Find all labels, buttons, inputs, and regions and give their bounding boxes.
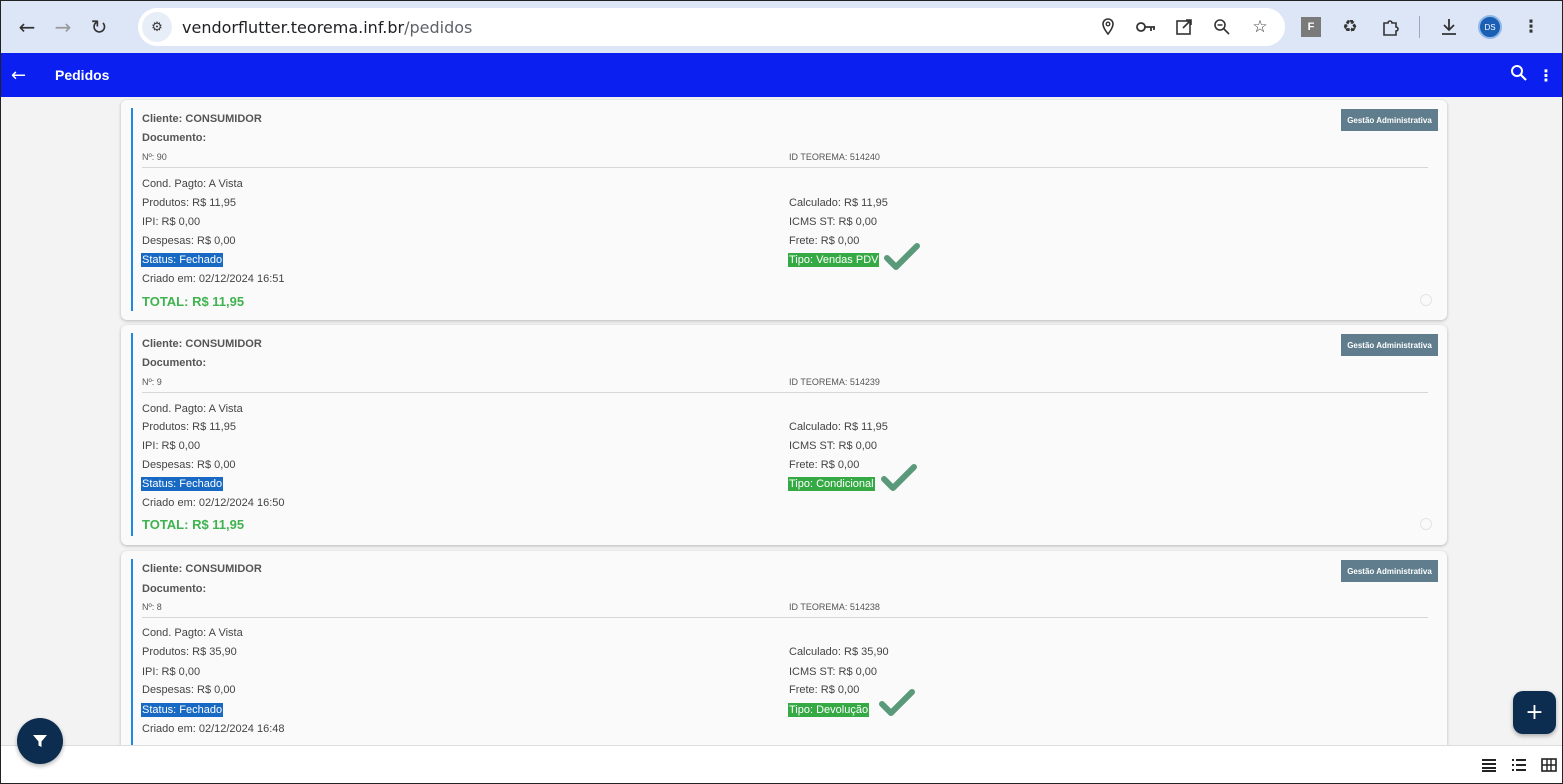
app-bar: ← Pedidos ⋮ bbox=[1, 53, 1562, 97]
order-card[interactable]: Gestão Administrativa Cliente: CONSUMIDO… bbox=[121, 551, 1447, 745]
payment-condition: Cond. Pagto: A Vista bbox=[142, 178, 243, 190]
zoom-icon[interactable] bbox=[1211, 16, 1233, 38]
card-accent-bar bbox=[131, 333, 133, 536]
icms-st-value: ICMS ST: R$ 0,00 bbox=[789, 666, 878, 678]
freight-value: Frete: R$ 0,00 bbox=[789, 684, 860, 696]
client-name: Cliente: CONSUMIDOR bbox=[142, 113, 262, 125]
back-arrow-icon[interactable]: ← bbox=[11, 65, 33, 86]
loading-indicator-icon bbox=[1420, 294, 1432, 306]
browser-menu-icon[interactable]: ⋮ bbox=[1520, 16, 1542, 38]
profile-avatar[interactable]: DS bbox=[1478, 15, 1502, 39]
card-divider bbox=[142, 167, 1428, 168]
check-icon bbox=[881, 464, 917, 491]
payment-condition: Cond. Pagto: A Vista bbox=[142, 403, 243, 415]
teorema-id: ID TEOREMA: 514239 bbox=[789, 377, 880, 387]
type-badge: Tipo: Condicional bbox=[788, 477, 875, 491]
order-total: TOTAL: R$ 11,95 bbox=[142, 294, 245, 309]
calculated-value: Calculado: R$ 35,90 bbox=[789, 646, 889, 658]
check-icon bbox=[879, 689, 915, 716]
check-icon bbox=[884, 243, 920, 270]
expenses-value: Despesas: R$ 0,00 bbox=[142, 459, 236, 471]
icms-st-value: ICMS ST: R$ 0,00 bbox=[789, 216, 878, 228]
status-badge: Status: Fechado bbox=[141, 703, 224, 717]
page-title: Pedidos bbox=[55, 67, 110, 83]
download-icon[interactable] bbox=[1438, 16, 1460, 38]
toolbar-separator bbox=[1419, 16, 1420, 38]
loading-indicator-icon bbox=[1420, 518, 1432, 530]
icms-st-value: ICMS ST: R$ 0,00 bbox=[789, 440, 878, 452]
url-path: /pedidos bbox=[404, 17, 473, 37]
order-number: Nº: 9 bbox=[142, 377, 162, 387]
teorema-id: ID TEOREMA: 514240 bbox=[789, 152, 880, 162]
bottom-bar bbox=[1, 745, 1562, 783]
order-card[interactable]: Gestão Administrativa Cliente: CONSUMIDO… bbox=[121, 325, 1447, 545]
view-compact-list-icon[interactable] bbox=[1480, 756, 1498, 774]
status-badge: Status: Fechado bbox=[141, 253, 224, 267]
card-accent-bar bbox=[131, 108, 133, 311]
view-grid-icon[interactable] bbox=[1540, 756, 1558, 774]
created-at: Criado em: 02/12/2024 16:51 bbox=[142, 273, 285, 285]
location-icon[interactable] bbox=[1097, 16, 1119, 38]
client-name: Cliente: CONSUMIDOR bbox=[142, 338, 262, 350]
reload-icon[interactable]: ↻ bbox=[81, 9, 117, 45]
url-text[interactable]: vendorflutter.teorema.inf.br/pedidos bbox=[182, 18, 472, 37]
order-number: Nº: 90 bbox=[142, 152, 167, 162]
site-info-icon[interactable]: ⚙ bbox=[142, 12, 172, 42]
address-bar[interactable]: ⚙ vendorflutter.teorema.inf.br/pedidos ☆ bbox=[138, 8, 1285, 46]
recycle-icon[interactable]: ♻ bbox=[1339, 16, 1361, 38]
freight-value: Frete: R$ 0,00 bbox=[789, 459, 860, 471]
order-card[interactable]: Gestão Administrativa Cliente: CONSUMIDO… bbox=[121, 100, 1447, 320]
extension-f-icon[interactable]: F bbox=[1301, 17, 1321, 37]
ipi-value: IPI: R$ 0,00 bbox=[142, 216, 201, 228]
card-divider bbox=[142, 617, 1428, 618]
created-at: Criado em: 02/12/2024 16:48 bbox=[142, 723, 285, 735]
ipi-value: IPI: R$ 0,00 bbox=[142, 440, 201, 452]
orders-list: Gestão Administrativa Cliente: CONSUMIDO… bbox=[1, 97, 1562, 745]
origin-badge: Gestão Administrativa bbox=[1341, 560, 1438, 582]
more-vert-icon[interactable]: ⋮ bbox=[1538, 66, 1554, 85]
order-total: TOTAL: R$ 11,95 bbox=[142, 517, 245, 532]
document-label: Documento: bbox=[142, 132, 207, 144]
payment-condition: Cond. Pagto: A Vista bbox=[142, 627, 243, 639]
freight-value: Frete: R$ 0,00 bbox=[789, 235, 860, 247]
filter-button[interactable] bbox=[17, 718, 63, 764]
add-order-button[interactable]: + bbox=[1513, 691, 1556, 734]
star-icon[interactable]: ☆ bbox=[1249, 16, 1271, 38]
created-at: Criado em: 02/12/2024 16:50 bbox=[142, 497, 285, 509]
card-accent-bar bbox=[131, 559, 133, 745]
key-icon[interactable] bbox=[1135, 16, 1157, 38]
document-label: Documento: bbox=[142, 357, 207, 369]
browser-toolbar: ← → ↻ ⚙ vendorflutter.teorema.inf.br/ped… bbox=[1, 1, 1562, 53]
expenses-value: Despesas: R$ 0,00 bbox=[142, 235, 236, 247]
origin-badge: Gestão Administrativa bbox=[1341, 334, 1438, 356]
order-number: Nº: 8 bbox=[142, 602, 162, 612]
teorema-id: ID TEOREMA: 514238 bbox=[789, 602, 880, 612]
open-external-icon[interactable] bbox=[1173, 16, 1195, 38]
status-badge: Status: Fechado bbox=[141, 477, 224, 491]
products-value: Produtos: R$ 35,90 bbox=[142, 646, 237, 658]
view-list-icon[interactable] bbox=[1510, 756, 1528, 774]
type-badge: Tipo: Devolução bbox=[788, 703, 870, 717]
filter-icon bbox=[33, 735, 47, 747]
back-icon[interactable]: ← bbox=[9, 9, 45, 45]
extensions-puzzle-icon[interactable] bbox=[1379, 16, 1401, 38]
type-badge: Tipo: Vendas PDV bbox=[788, 253, 880, 267]
document-label: Documento: bbox=[142, 583, 207, 595]
products-value: Produtos: R$ 11,95 bbox=[142, 197, 236, 209]
card-divider bbox=[142, 392, 1428, 393]
client-name: Cliente: CONSUMIDOR bbox=[142, 563, 262, 575]
ipi-value: IPI: R$ 0,00 bbox=[142, 666, 201, 678]
calculated-value: Calculado: R$ 11,95 bbox=[789, 421, 888, 433]
products-value: Produtos: R$ 11,95 bbox=[142, 421, 236, 433]
calculated-value: Calculado: R$ 11,95 bbox=[789, 197, 888, 209]
url-host: vendorflutter.teorema.inf.br bbox=[182, 17, 405, 37]
expenses-value: Despesas: R$ 0,00 bbox=[142, 684, 236, 696]
search-icon[interactable] bbox=[1510, 64, 1528, 86]
origin-badge: Gestão Administrativa bbox=[1341, 109, 1438, 131]
forward-icon[interactable]: → bbox=[45, 9, 81, 45]
